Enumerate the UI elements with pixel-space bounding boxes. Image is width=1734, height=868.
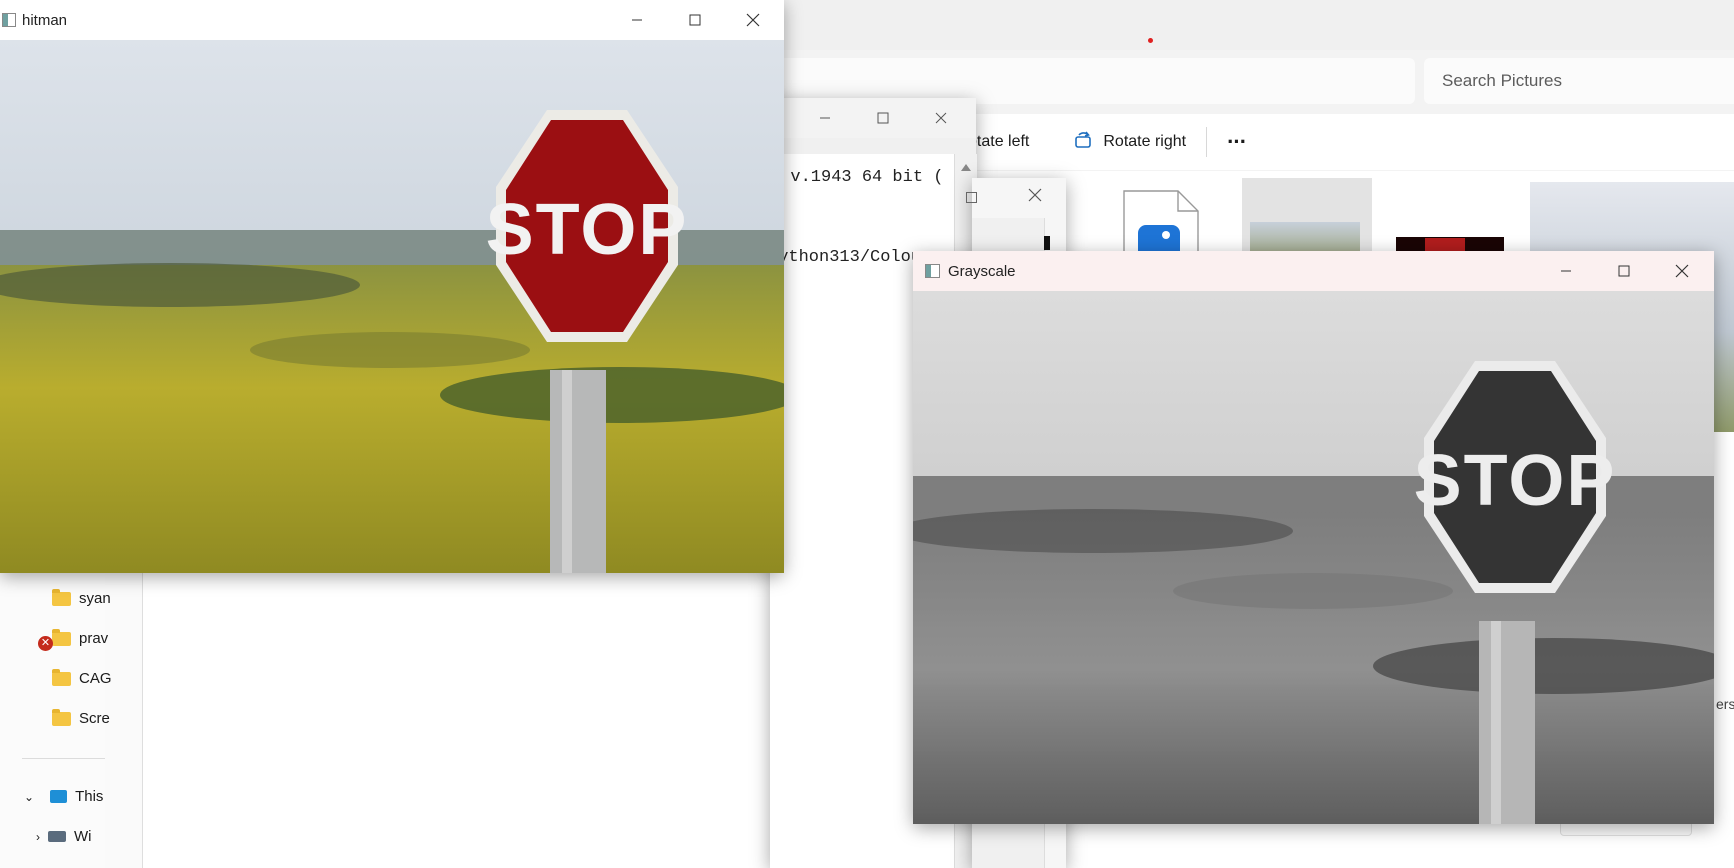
monitor-icon [50, 790, 68, 803]
more-options-button[interactable]: ··· [1213, 122, 1260, 162]
nav-item-cag[interactable]: CAG [52, 668, 112, 687]
close-button[interactable] [1028, 188, 1042, 207]
folder-icon [52, 588, 71, 606]
close-button[interactable] [1653, 251, 1711, 291]
minimize-button[interactable] [608, 0, 666, 40]
app-icon [2, 13, 16, 27]
navigation-splitter[interactable] [104, 571, 143, 868]
maximize-icon [1618, 265, 1630, 277]
drive-label: Wi [74, 828, 92, 845]
nav-item-scre[interactable]: Scre [52, 708, 110, 727]
maximize-icon[interactable] [966, 192, 977, 203]
window-title: Grayscale [948, 262, 1016, 280]
nav-item-label: prav [79, 630, 109, 647]
stop-sign-photo: STOP [0, 40, 784, 573]
minimize-button[interactable] [1537, 251, 1595, 291]
chevron-down-icon: ⌄ [24, 789, 35, 804]
maximize-icon [877, 112, 889, 124]
recording-indicator [1148, 38, 1153, 43]
rotate-right-button[interactable]: Rotate right [1059, 122, 1200, 162]
window-titlebar[interactable]: hitman [0, 0, 784, 40]
close-icon [1028, 188, 1042, 202]
close-icon [746, 13, 760, 27]
maximize-icon [689, 14, 701, 26]
close-icon [1675, 264, 1689, 278]
minimize-icon [632, 19, 642, 21]
scroll-up-icon[interactable] [961, 164, 971, 171]
this-pc-item[interactable]: ⌄ This [24, 788, 103, 805]
minimize-icon [820, 117, 830, 119]
rotate-right-icon [1073, 130, 1093, 155]
nav-item-label: CAG [79, 670, 112, 687]
nav-item-label: syan [79, 590, 111, 607]
search-input[interactable]: Search Pictures [1424, 58, 1734, 104]
this-pc-label: This [75, 788, 104, 805]
red-figure-thumbnail [1425, 238, 1465, 252]
stop-sign-text: STOP [1414, 441, 1617, 521]
grayscale-image-window: Grayscale STOP [913, 251, 1714, 824]
stop-sign-text: STOP [486, 190, 689, 270]
command-divider [1206, 127, 1208, 157]
folder-icon [52, 708, 71, 726]
chevron-right-icon: › [36, 829, 40, 844]
window-titlebar[interactable]: Grayscale [913, 251, 1714, 291]
close-button[interactable] [912, 98, 970, 138]
folder-icon [52, 668, 71, 686]
hitman-image-window: hitman STOP [0, 0, 784, 573]
close-icon [935, 112, 947, 124]
nav-item-syan[interactable]: syan [52, 588, 111, 607]
minimize-icon [1561, 270, 1571, 272]
navigation-pane: syan prav ✕ CAG Scre [0, 571, 112, 868]
nav-item-label: Scre [79, 710, 110, 727]
console-line: Python313/Colour [768, 248, 932, 267]
more-options-icon: ··· [1227, 129, 1247, 154]
nav-divider [22, 758, 105, 759]
drive-item[interactable]: › Wi [36, 828, 92, 845]
grayscale-stop-sign-photo: STOP [913, 291, 1714, 824]
app-icon [925, 264, 940, 278]
rotate-left-label: otate left [968, 133, 1030, 150]
minimize-button[interactable] [796, 98, 854, 138]
nav-item-prav[interactable]: prav [52, 628, 109, 647]
maximize-button[interactable] [854, 98, 912, 138]
close-button[interactable] [724, 0, 782, 40]
window-title: hitman [22, 11, 68, 29]
preview-caption-fragment: ers [1716, 696, 1734, 712]
sync-error-icon: ✕ [38, 636, 53, 651]
console-line: C v.1943 64 bit ( [770, 168, 944, 187]
folder-icon [52, 628, 71, 646]
maximize-button[interactable] [666, 0, 724, 40]
maximize-button[interactable] [1595, 251, 1653, 291]
drive-icon [48, 831, 66, 842]
rotate-right-label: Rotate right [1103, 133, 1187, 150]
